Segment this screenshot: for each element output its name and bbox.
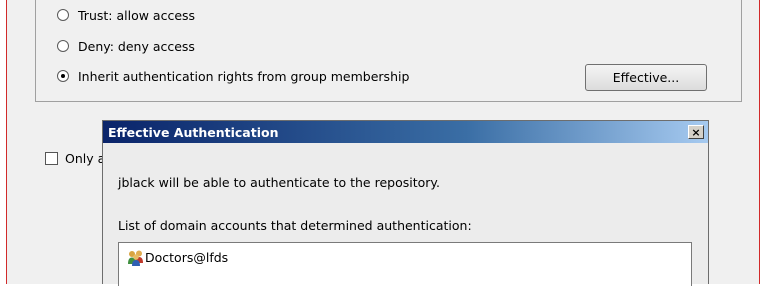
- close-icon[interactable]: ×: [688, 125, 704, 139]
- list-label: List of domain accounts that determined …: [118, 218, 472, 233]
- deny-option[interactable]: Deny: deny access: [57, 37, 195, 55]
- only-option[interactable]: Only a: [45, 150, 105, 166]
- only-checkbox[interactable]: [45, 151, 58, 165]
- account-name: Doctors@lfds: [145, 250, 229, 265]
- deny-radio[interactable]: [57, 40, 69, 52]
- accounts-listbox[interactable]: Doctors@lfds: [118, 242, 692, 286]
- trust-radio[interactable]: [57, 9, 69, 21]
- effective-button[interactable]: Effective...: [585, 64, 707, 91]
- inherit-label: Inherit authentication rights from group…: [78, 68, 410, 84]
- only-label: Only a: [65, 150, 106, 166]
- deny-label: Deny: deny access: [78, 38, 195, 54]
- list-item[interactable]: Doctors@lfds: [127, 249, 228, 266]
- trust-label: Trust: allow access: [78, 7, 196, 23]
- authentication-message: jblack will be able to authenticate to t…: [118, 175, 440, 190]
- inherit-option[interactable]: Inherit authentication rights from group…: [57, 67, 409, 85]
- effective-authentication-dialog: Effective Authentication × jblack will b…: [102, 120, 709, 286]
- dialog-title: Effective Authentication: [108, 124, 279, 140]
- dialog-titlebar[interactable]: Effective Authentication ×: [103, 121, 708, 143]
- inherit-radio[interactable]: [57, 70, 69, 82]
- trust-option[interactable]: Trust: allow access: [57, 6, 195, 24]
- group-users-icon: [128, 250, 143, 266]
